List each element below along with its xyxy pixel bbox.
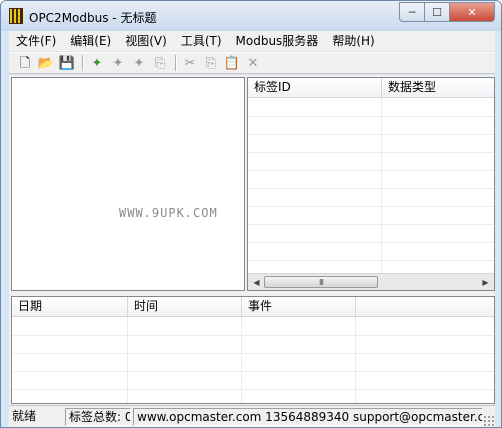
main-window: OPC2Modbus - 无标题 ─ ☐ ✕ 文件(F) 编辑(E) 视图(V)…	[0, 0, 502, 428]
title-bar[interactable]: OPC2Modbus - 无标题 ─ ☐ ✕	[1, 1, 501, 31]
column-header-filler	[356, 297, 494, 317]
grid-line	[248, 170, 494, 171]
toolbar-separator	[82, 55, 83, 71]
grid-line	[12, 389, 494, 390]
menu-help[interactable]: 帮助(H)	[325, 32, 381, 50]
scrollbar-thumb[interactable]: III	[264, 276, 378, 288]
status-contact-info: www.opcmaster.com 13564889340 support@op…	[133, 408, 483, 426]
delete-icon[interactable]: ✕	[243, 54, 263, 72]
watermark-text: WWW.9UPK.COM	[119, 206, 218, 220]
resize-grip-icon[interactable]	[483, 415, 494, 426]
menu-view[interactable]: 视图(V)	[118, 32, 174, 50]
properties-icon[interactable]: ⎘	[150, 54, 170, 72]
grid-line	[12, 371, 494, 372]
add-group-icon[interactable]: ✦	[108, 54, 128, 72]
status-tag-count: 标签总数: 0	[65, 408, 131, 426]
grid-line	[248, 242, 494, 243]
grid-line	[248, 260, 494, 261]
column-header-date[interactable]: 日期	[12, 297, 128, 317]
column-header-data-type[interactable]: 数据类型	[382, 78, 494, 98]
toolbar-separator	[175, 55, 176, 71]
maximize-button[interactable]: ☐	[424, 2, 450, 22]
menu-modbus-server[interactable]: Modbus服务器	[229, 32, 326, 50]
menu-bar: 文件(F) 编辑(E) 视图(V) 工具(T) Modbus服务器 帮助(H)	[9, 31, 495, 51]
copy-icon[interactable]: ⎘	[201, 54, 221, 72]
menu-edit[interactable]: 编辑(E)	[63, 32, 118, 50]
scroll-left-icon[interactable]: ◀	[250, 276, 263, 288]
status-ready: 就绪	[12, 409, 37, 423]
open-folder-icon[interactable]: 📂	[36, 54, 56, 72]
menu-file[interactable]: 文件(F)	[9, 32, 63, 50]
grid-line	[12, 335, 494, 336]
window-title: OPC2Modbus - 无标题	[29, 11, 157, 25]
grid-line	[248, 152, 494, 153]
grid-line	[248, 116, 494, 117]
grid-line	[355, 317, 356, 403]
grid-line	[12, 353, 494, 354]
add-server-icon[interactable]: ✦	[87, 54, 107, 72]
status-bar: 就绪 标签总数: 0 www.opcmaster.com 13564889340…	[9, 405, 495, 427]
add-tag-icon[interactable]: ✦	[129, 54, 149, 72]
app-icon	[9, 8, 23, 24]
toolbar: 🗋 📂 💾 ✦ ✦ ✦ ⎘ ✂ ⎘ 📋 ✕	[9, 52, 495, 74]
grid-line	[241, 317, 242, 403]
new-file-icon[interactable]: 🗋	[15, 54, 35, 72]
column-header-tag-id[interactable]: 标签ID	[248, 78, 382, 98]
scroll-right-icon[interactable]: ▶	[479, 276, 492, 288]
grid-line	[127, 317, 128, 403]
server-tree[interactable]: WWW.9UPK.COM	[11, 77, 245, 291]
grid-line	[381, 98, 382, 274]
cut-icon[interactable]: ✂	[180, 54, 200, 72]
column-header-event[interactable]: 事件	[242, 297, 356, 317]
grid-line	[248, 188, 494, 189]
menu-tools[interactable]: 工具(T)	[174, 32, 229, 50]
tag-table[interactable]: 标签ID 数据类型 ◀ III ▶	[247, 77, 495, 291]
column-header-time[interactable]: 时间	[128, 297, 242, 317]
grid-line	[248, 134, 494, 135]
save-icon[interactable]: 💾	[57, 54, 77, 72]
paste-icon[interactable]: 📋	[222, 54, 242, 72]
horizontal-scrollbar[interactable]: ◀ III ▶	[248, 273, 494, 290]
grid-line	[248, 206, 494, 207]
event-log-table[interactable]: 日期 时间 事件	[11, 296, 495, 404]
client-area: WWW.9UPK.COM 标签ID 数据类型 ◀ III ▶ 日期 时间 事件	[9, 75, 495, 405]
close-button[interactable]: ✕	[449, 2, 495, 22]
minimize-button[interactable]: ─	[399, 2, 425, 22]
grid-line	[248, 224, 494, 225]
